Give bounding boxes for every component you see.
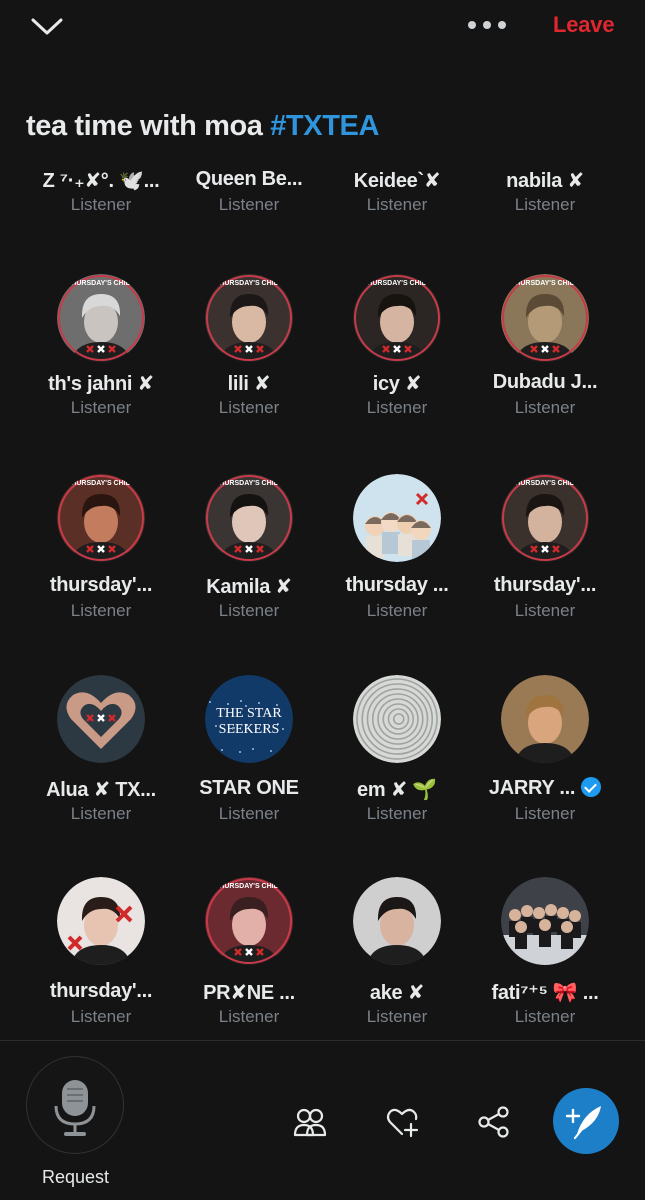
listener-role: Listener	[70, 195, 132, 214]
listener-role: Listener	[366, 398, 428, 417]
listener-role: Listener	[218, 195, 280, 214]
avatar[interactable]: THURSDAY'S CHILD	[205, 474, 293, 562]
listener-name-text: lili ✘	[227, 373, 271, 395]
listener-name: Queen Be...	[175, 168, 323, 191]
share-icon[interactable]	[476, 1104, 512, 1140]
star-seekers-line2: SEEKERS	[219, 722, 280, 737]
avatar[interactable]	[353, 877, 441, 965]
listener-role: Listener	[366, 601, 428, 620]
listener-name-text: fati⁷⁺⁵ 🎀 ...	[491, 982, 599, 1004]
avatar[interactable]: THURSDAY'S CHILD	[205, 274, 293, 362]
listener-role: Listener	[70, 804, 132, 823]
listener-role: Listener	[514, 398, 576, 417]
listener-grid: Z ⁷·₊✘°. 🕊️... Listener Queen Be... Listene…	[0, 0, 645, 1040]
listener-role: Listener	[218, 601, 280, 620]
listener-name: em ✘ 🌱	[323, 777, 471, 802]
listener-name: Keidee`✘	[323, 168, 471, 193]
frame-label-text: THURSDAY'S CHILD	[67, 480, 135, 487]
listener-name-text: Keidee`✘	[353, 170, 441, 192]
listener-name-text: thursday'...	[493, 574, 597, 596]
listener-role: Listener	[70, 601, 132, 620]
listener-role: Listener	[70, 398, 132, 417]
listener-name: fati⁷⁺⁵ 🎀 ...	[471, 980, 619, 1005]
listener-name: STAR ONE	[175, 777, 323, 800]
listener-name: thursday'...	[27, 980, 175, 1003]
listener-name: icy ✘	[323, 371, 471, 396]
listener-name: thursday'...	[471, 574, 619, 597]
avatar[interactable]	[353, 474, 441, 562]
request-mic-button[interactable]	[26, 1056, 124, 1154]
request-label: Request	[42, 1167, 110, 1187]
listener-name: th's jahni ✘	[27, 371, 175, 396]
avatar[interactable]: THURSDAY'S CHILD	[205, 877, 293, 965]
avatar[interactable]: THURSDAY'S CHILD	[57, 474, 145, 562]
frame-label-text: THURSDAY'S CHILD	[67, 280, 135, 287]
listener-role: Listener	[218, 398, 280, 417]
avatar[interactable]: THURSDAY'S CHILD	[57, 274, 145, 362]
listener-role: Listener	[514, 601, 576, 620]
listener-name: nabila ✘	[471, 168, 619, 193]
listener-name-text: ake ✘	[369, 982, 425, 1004]
listener-name: ake ✘	[323, 980, 471, 1005]
avatar[interactable]	[57, 877, 145, 965]
listener-name: Alua ✘ TX...	[27, 777, 175, 802]
bottom-bar: Request	[0, 1041, 645, 1200]
listener-name-text: STAR ONE	[199, 777, 299, 799]
listener-name: lili ✘	[175, 371, 323, 396]
listener-name-text: thursday ...	[345, 574, 449, 596]
frame-label-text: THURSDAY'S CHILD	[363, 280, 431, 287]
listener-name-text: Queen Be...	[195, 168, 303, 190]
listener-role: Listener	[514, 195, 576, 214]
frame-label-text: THURSDAY'S CHILD	[215, 883, 283, 890]
listener-name: JARRY ...	[471, 777, 619, 800]
listener-name-text: icy ✘	[372, 373, 422, 395]
avatar[interactable]: THURSDAY'S CHILD	[501, 474, 589, 562]
frame-label-text: THURSDAY'S CHILD	[215, 480, 283, 487]
microphone-icon	[54, 1079, 95, 1136]
listener-name-text: th's jahni ✘	[48, 373, 154, 395]
feather-plus-icon	[565, 1106, 601, 1140]
listener-role: Listener	[366, 195, 428, 214]
avatar[interactable]	[353, 675, 441, 763]
avatar[interactable]: THURSDAY'S CHILD	[353, 274, 441, 362]
listener-name-text: thursday'...	[49, 574, 153, 596]
avatar[interactable]	[501, 675, 589, 763]
avatar[interactable]: THURSDAY'S CHILD	[501, 274, 589, 362]
listener-name-text: Kamila ✘	[206, 576, 292, 598]
listener-name: PR✘NE ...	[175, 980, 323, 1005]
listener-name-text: nabila ✘	[506, 170, 584, 192]
listener-role: Listener	[514, 804, 576, 823]
people-icon[interactable]	[292, 1104, 328, 1140]
verified-badge-icon	[581, 777, 602, 797]
avatar[interactable]: THE STAR SEEKERS	[205, 675, 293, 763]
listener-role: Listener	[366, 1007, 428, 1026]
listener-name-text: Z ⁷·₊✘°. 🕊️...	[42, 170, 160, 192]
listener-role: Listener	[514, 1007, 576, 1026]
listener-role: Listener	[70, 1007, 132, 1026]
listener-role: Listener	[366, 804, 428, 823]
listener-name-text: Alua ✘ TX...	[46, 779, 156, 801]
listener-name: Z ⁷·₊✘°. 🕊️...	[27, 168, 175, 193]
listener-name: Dubadu J...	[471, 371, 619, 394]
avatar[interactable]	[57, 675, 145, 763]
listener-name: thursday'...	[27, 574, 175, 597]
listener-name: Kamila ✘	[175, 574, 323, 599]
compose-tweet-button[interactable]	[553, 1088, 619, 1154]
avatar[interactable]	[501, 877, 589, 965]
listener-role: Listener	[218, 804, 280, 823]
frame-label-text: THURSDAY'S CHILD	[511, 280, 579, 287]
listener-name-text: PR✘NE ...	[203, 982, 295, 1004]
frame-label-text: THURSDAY'S CHILD	[511, 480, 579, 487]
frame-label-text: THURSDAY'S CHILD	[215, 280, 283, 287]
listener-name-text: Dubadu J...	[492, 371, 598, 393]
listener-name-text: em ✘ 🌱	[357, 779, 437, 801]
listener-role: Listener	[218, 1007, 280, 1026]
listener-name-text: thursday'...	[49, 980, 153, 1002]
listener-name: thursday ...	[323, 574, 471, 597]
heart-plus-icon[interactable]	[384, 1104, 420, 1140]
star-seekers-line1: THE STAR	[216, 706, 282, 721]
listener-name-text: JARRY ...	[488, 777, 576, 799]
